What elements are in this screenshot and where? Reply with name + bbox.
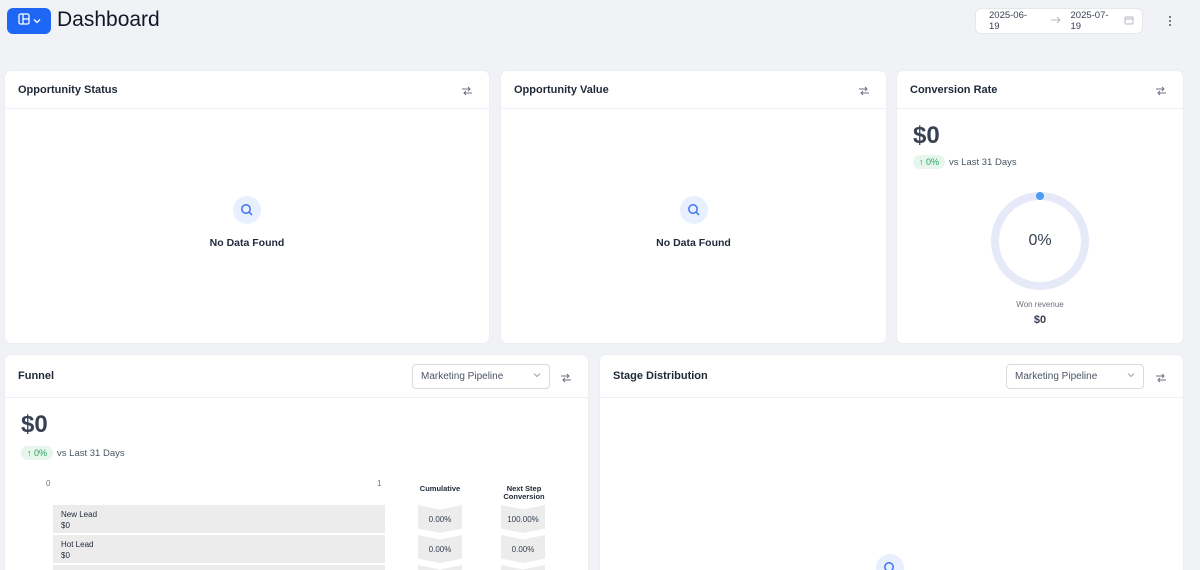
empty-state: No Data Found	[501, 196, 886, 249]
conversion-rate-card: Conversion Rate $0 ↑ 0% vs Last 31 Days …	[897, 71, 1183, 343]
card-title: Opportunity Status	[18, 83, 118, 96]
axis-tick-max: 1	[377, 479, 382, 488]
pipeline-select[interactable]: Marketing Pipeline	[412, 364, 550, 389]
date-start: 2025-06-19	[989, 10, 1028, 32]
trend-label: vs Last 31 Days	[949, 156, 1017, 168]
filter-settings-icon[interactable]	[1155, 84, 1167, 96]
card-header: Conversion Rate	[897, 71, 1183, 109]
funnel-stage-value: $0	[61, 521, 70, 530]
funnel-stage-name: New Lead	[61, 510, 98, 519]
card-title: Funnel	[18, 370, 55, 382]
funnel-stage-value: $0	[61, 551, 70, 560]
next-step-header: Next Step Conversion	[494, 485, 554, 501]
card-header: Opportunity Status	[5, 71, 489, 109]
card-title: Stage Distribution	[613, 370, 708, 382]
page-title: Dashboard	[57, 8, 160, 31]
stage-distribution-card: Stage Distribution Marketing Pipeline	[600, 355, 1183, 570]
chevron-down-icon	[33, 12, 41, 30]
card-title: Opportunity Value	[514, 83, 609, 96]
pipeline-select[interactable]: Marketing Pipeline	[1006, 364, 1144, 389]
funnel-card: Funnel Marketing Pipeline $0 ↑ 0% vs Las…	[5, 355, 588, 570]
layout-grid-icon	[17, 12, 30, 30]
trend-badge: ↑ 0%	[21, 446, 54, 460]
conversion-gauge: 0%	[989, 190, 1091, 292]
funnel-value: $0	[21, 411, 48, 438]
filter-settings-icon[interactable]	[1155, 371, 1167, 383]
chevron-down-icon	[1127, 371, 1135, 382]
won-revenue-label: Won revenue	[1016, 300, 1064, 309]
gauge-percent: 0%	[1028, 232, 1052, 249]
cumulative-header: Cumulative	[419, 484, 461, 493]
search-icon	[876, 554, 904, 570]
empty-state-text: No Data Found	[209, 237, 285, 249]
next-step-cell: 0.00%	[501, 535, 545, 563]
funnel-stage-bar: New Lead $0	[53, 505, 385, 533]
opportunity-status-card: Opportunity Status No Data Found	[5, 71, 489, 343]
next-step-cell	[501, 565, 545, 570]
funnel-stage-name: Hot Lead	[61, 540, 94, 549]
funnel-stage-bar	[53, 565, 385, 570]
cumulative-cell	[418, 565, 462, 570]
next-step-header-line-2: Conversion	[503, 492, 545, 501]
search-icon	[233, 196, 261, 224]
trend-row: ↑ 0% vs Last 31 Days	[21, 446, 125, 460]
conversion-value: $0	[913, 122, 940, 149]
card-header: Stage Distribution Marketing Pipeline	[600, 355, 1183, 398]
filter-settings-icon[interactable]	[461, 84, 473, 96]
axis-tick-min: 0	[46, 479, 51, 488]
arrow-right-icon	[1050, 16, 1061, 27]
date-range-picker[interactable]: 2025-06-19 2025-07-19	[975, 8, 1143, 34]
date-end: 2025-07-19	[1070, 10, 1109, 32]
empty-state: No Data Found	[5, 196, 489, 249]
funnel-stage-bar: Hot Lead $0	[53, 535, 385, 563]
card-title: Conversion Rate	[910, 83, 998, 96]
cumulative-cell: 0.00%	[418, 505, 462, 533]
top-bar: Dashboard 2025-06-19 2025-07-19	[0, 0, 1200, 44]
won-revenue-value: $0	[1033, 314, 1047, 326]
opportunity-value-card: Opportunity Value No Data Found	[501, 71, 886, 343]
cumulative-cell: 0.00%	[418, 535, 462, 563]
layout-switcher-button[interactable]	[7, 8, 51, 34]
next-step-cell: 100.00%	[501, 505, 545, 533]
chevron-down-icon	[533, 371, 541, 382]
card-header: Opportunity Value	[501, 71, 886, 109]
filter-settings-icon[interactable]	[858, 84, 870, 96]
card-header: Funnel Marketing Pipeline	[5, 355, 588, 398]
filter-settings-icon[interactable]	[560, 371, 572, 383]
trend-badge: ↑ 0%	[913, 155, 946, 169]
trend-label: vs Last 31 Days	[57, 447, 125, 459]
pipeline-select-value: Marketing Pipeline	[421, 371, 504, 382]
pipeline-select-value: Marketing Pipeline	[1015, 371, 1098, 382]
calendar-icon	[1124, 15, 1134, 28]
search-icon	[679, 196, 708, 224]
empty-state-text: No Data Found	[656, 237, 731, 249]
more-options-icon[interactable]	[1164, 12, 1176, 30]
trend-row: ↑ 0% vs Last 31 Days	[913, 155, 1017, 169]
